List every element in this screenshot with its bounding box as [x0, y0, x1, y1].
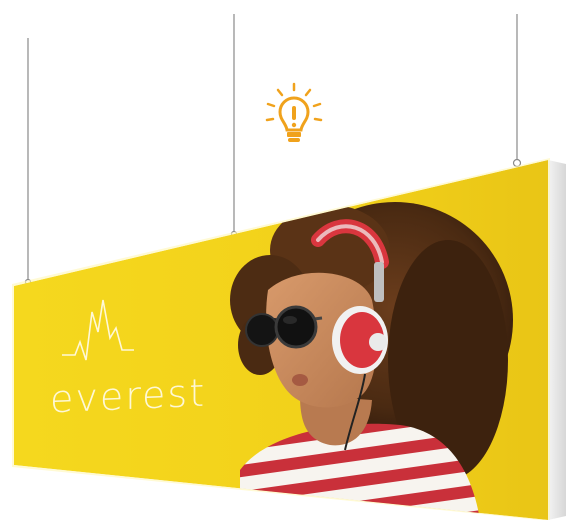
lightbox-side [548, 160, 566, 520]
lightbulb-icon [265, 82, 323, 142]
lightbox-scene: everest [0, 0, 566, 521]
brand-name: everest [50, 370, 207, 422]
lightbox-illustration [12, 14, 566, 521]
